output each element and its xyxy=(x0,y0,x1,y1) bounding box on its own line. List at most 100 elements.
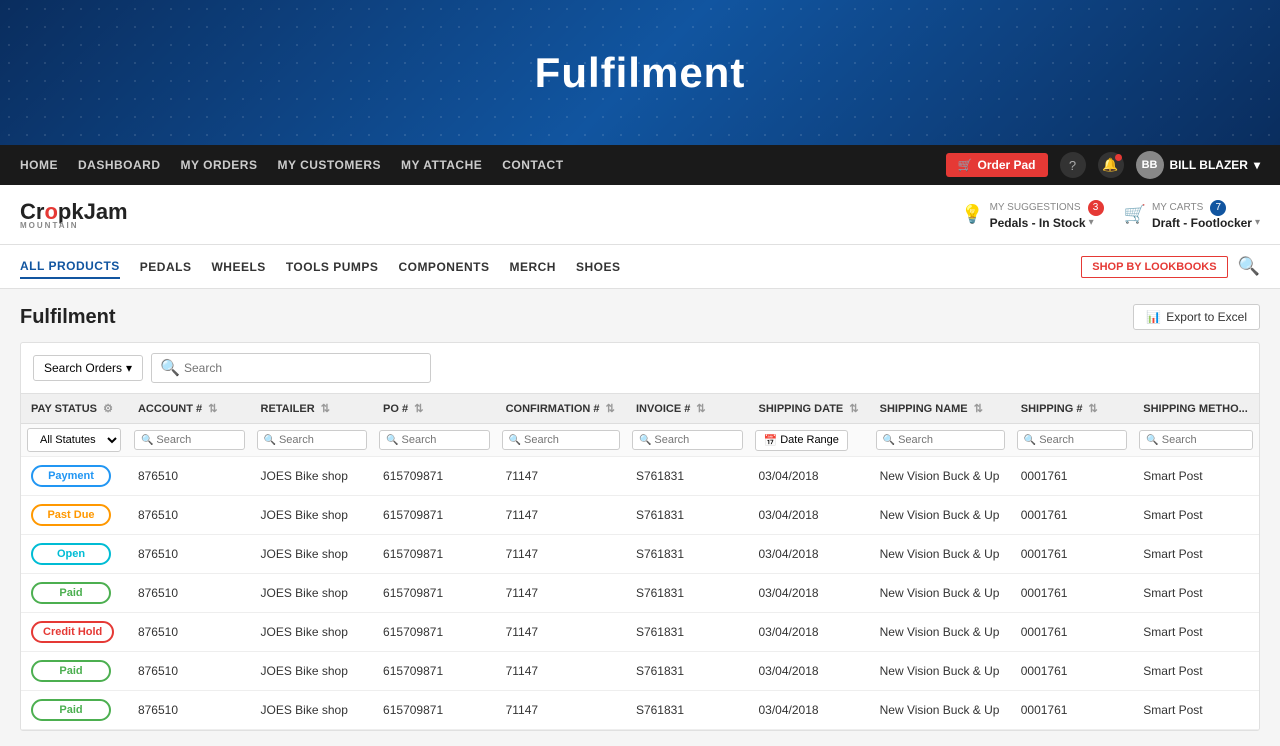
nav-my-orders[interactable]: MY ORDERS xyxy=(181,158,258,172)
hero-section: Fulfilment xyxy=(0,0,1280,145)
page-title: Fulfilment xyxy=(20,306,116,329)
filter-shipping-method: 🔍 xyxy=(1133,424,1259,457)
cell-pay-status: Open xyxy=(21,535,128,574)
user-menu[interactable]: BB BILL BLAZER ▾ xyxy=(1136,151,1260,179)
table-row[interactable]: Paid 876510 JOES Bike shop 615709871 711… xyxy=(21,691,1259,730)
cell-confirmation: 71147 xyxy=(496,535,626,574)
table-row[interactable]: Open 876510 JOES Bike shop 615709871 711… xyxy=(21,535,1259,574)
col-shipping-num: SHIPPING # ⇅ xyxy=(1011,394,1134,424)
sort-icon: ⇅ xyxy=(321,403,330,415)
cell-shipping-num: 0001761 xyxy=(1011,652,1134,691)
cell-shipping-name: New Vision Buck & Up xyxy=(870,457,1011,496)
nav-contact[interactable]: CONTACT xyxy=(502,158,563,172)
cat-pedals[interactable]: PEDALS xyxy=(140,256,192,278)
nav-my-attache[interactable]: MY ATTACHE xyxy=(401,158,482,172)
chevron-down-icon: ▾ xyxy=(1255,217,1260,228)
nav-dashboard[interactable]: DASHBOARD xyxy=(78,158,161,172)
cell-confirmation: 71147 xyxy=(496,496,626,535)
shop-by-lookbooks-button[interactable]: SHOP BY LOOKBOOKS xyxy=(1081,256,1227,278)
shopping-cart-icon: 🛒 xyxy=(1124,204,1146,225)
cat-tools-pumps[interactable]: TOOLS PUMPS xyxy=(286,256,379,278)
cell-pay-status: Past Due xyxy=(21,496,128,535)
search-icon: 🔍 xyxy=(1146,435,1158,446)
search-icon: 🔍 xyxy=(386,435,398,446)
top-nav-left: HOME DASHBOARD MY ORDERS MY CUSTOMERS MY… xyxy=(20,158,564,172)
table-row[interactable]: Payment 876510 JOES Bike shop 615709871 … xyxy=(21,457,1259,496)
suggestions-block[interactable]: 💡 MY SUGGESTIONS 3 Pedals - In Stock ▾ xyxy=(961,200,1103,230)
filter-invoice: 🔍 xyxy=(626,424,749,457)
table-row[interactable]: Past Due 876510 JOES Bike shop 615709871… xyxy=(21,496,1259,535)
page-header: Fulfilment 📊 Export to Excel xyxy=(20,304,1260,330)
sort-icon: ⇅ xyxy=(1089,403,1098,415)
search-input[interactable] xyxy=(184,361,422,375)
cell-pay-status: Paid xyxy=(21,652,128,691)
nav-home[interactable]: HOME xyxy=(20,158,58,172)
confirmation-filter-input[interactable] xyxy=(524,434,604,446)
cat-merch[interactable]: MERCH xyxy=(509,256,556,278)
cell-account: 876510 xyxy=(128,535,251,574)
date-range-button[interactable]: 📅 Date Range xyxy=(755,430,848,451)
cat-wheels[interactable]: WHEELS xyxy=(211,256,265,278)
notifications-icon[interactable]: 🔔 xyxy=(1098,152,1124,178)
order-pad-button[interactable]: 🛒 Order Pad xyxy=(946,153,1048,177)
cat-components[interactable]: COMPONENTS xyxy=(398,256,489,278)
search-orders-button[interactable]: Search Orders ▾ xyxy=(33,355,143,381)
chevron-down-icon: ▾ xyxy=(126,361,132,375)
cell-shipping-name: New Vision Buck & Up xyxy=(870,691,1011,730)
cat-nav-right: SHOP BY LOOKBOOKS 🔍 xyxy=(1081,256,1260,278)
help-icon[interactable]: ? xyxy=(1060,152,1086,178)
cell-account: 876510 xyxy=(128,613,251,652)
export-to-excel-button[interactable]: 📊 Export to Excel xyxy=(1133,304,1260,330)
cell-shipping-date: 03/04/2018 xyxy=(749,613,870,652)
table-row[interactable]: Paid 876510 JOES Bike shop 615709871 711… xyxy=(21,574,1259,613)
search-icon[interactable]: 🔍 xyxy=(1238,256,1260,277)
status-badge: Open xyxy=(31,543,111,565)
status-badge: Past Due xyxy=(31,504,111,526)
cell-shipping-name: New Vision Buck & Up xyxy=(870,652,1011,691)
po-filter-input[interactable] xyxy=(402,434,482,446)
cat-all-products[interactable]: ALL PRODUCTS xyxy=(20,255,120,279)
shipping-name-filter-input[interactable] xyxy=(898,434,978,446)
shipping-num-filter-input[interactable] xyxy=(1039,434,1119,446)
status-badge: Paid xyxy=(31,699,111,721)
category-navigation: ALL PRODUCTS PEDALS WHEELS TOOLS PUMPS C… xyxy=(0,245,1280,289)
cell-shipping-name: New Vision Buck & Up xyxy=(870,535,1011,574)
col-shipping-method: SHIPPING METHO... xyxy=(1133,394,1259,424)
search-icon: 🔍 xyxy=(264,435,276,446)
col-shipping-date: SHIPPING DATE ⇅ xyxy=(749,394,870,424)
logo[interactable]: CropkJam MOUNTAIN xyxy=(20,199,128,230)
carts-block[interactable]: 🛒 MY CARTS 7 Draft - Footlocker ▾ xyxy=(1124,200,1260,230)
filter-pay-status: All Statutes xyxy=(21,424,128,457)
cell-account: 876510 xyxy=(128,457,251,496)
cell-confirmation: 71147 xyxy=(496,457,626,496)
sort-icon: ⇅ xyxy=(974,403,983,415)
suggestions-info: MY SUGGESTIONS 3 Pedals - In Stock ▾ xyxy=(990,200,1104,230)
fulfilment-table-container: Search Orders ▾ 🔍 PAY STATUS ⚙ ACCOUNT # xyxy=(20,342,1260,731)
cell-confirmation: 71147 xyxy=(496,652,626,691)
pay-status-filter[interactable]: All Statutes xyxy=(27,428,121,452)
shipping-method-filter-input[interactable] xyxy=(1162,434,1242,446)
col-invoice: INVOICE # ⇅ xyxy=(626,394,749,424)
cell-confirmation: 71147 xyxy=(496,613,626,652)
sort-icon: ⇅ xyxy=(606,403,615,415)
table-row[interactable]: Paid 876510 JOES Bike shop 615709871 711… xyxy=(21,652,1259,691)
cell-shipping-method: Smart Post xyxy=(1133,535,1259,574)
cell-po: 615709871 xyxy=(373,652,496,691)
cat-shoes[interactable]: SHOES xyxy=(576,256,621,278)
retailer-filter-input[interactable] xyxy=(279,434,359,446)
search-bar: Search Orders ▾ 🔍 xyxy=(21,343,1259,394)
sort-icon: ⇅ xyxy=(208,403,217,415)
filter-shipping-name: 🔍 xyxy=(870,424,1011,457)
cell-account: 876510 xyxy=(128,496,251,535)
cell-po: 615709871 xyxy=(373,535,496,574)
filter-account: 🔍 xyxy=(128,424,251,457)
cell-shipping-date: 03/04/2018 xyxy=(749,652,870,691)
table-row[interactable]: Credit Hold 876510 JOES Bike shop 615709… xyxy=(21,613,1259,652)
cell-retailer: JOES Bike shop xyxy=(251,574,374,613)
invoice-filter-input[interactable] xyxy=(654,434,734,446)
status-badge: Paid xyxy=(31,660,111,682)
col-retailer: RETAILER ⇅ xyxy=(251,394,374,424)
nav-my-customers[interactable]: MY CUSTOMERS xyxy=(277,158,381,172)
account-filter-input[interactable] xyxy=(156,434,236,446)
chevron-down-icon: ▾ xyxy=(1254,158,1260,172)
